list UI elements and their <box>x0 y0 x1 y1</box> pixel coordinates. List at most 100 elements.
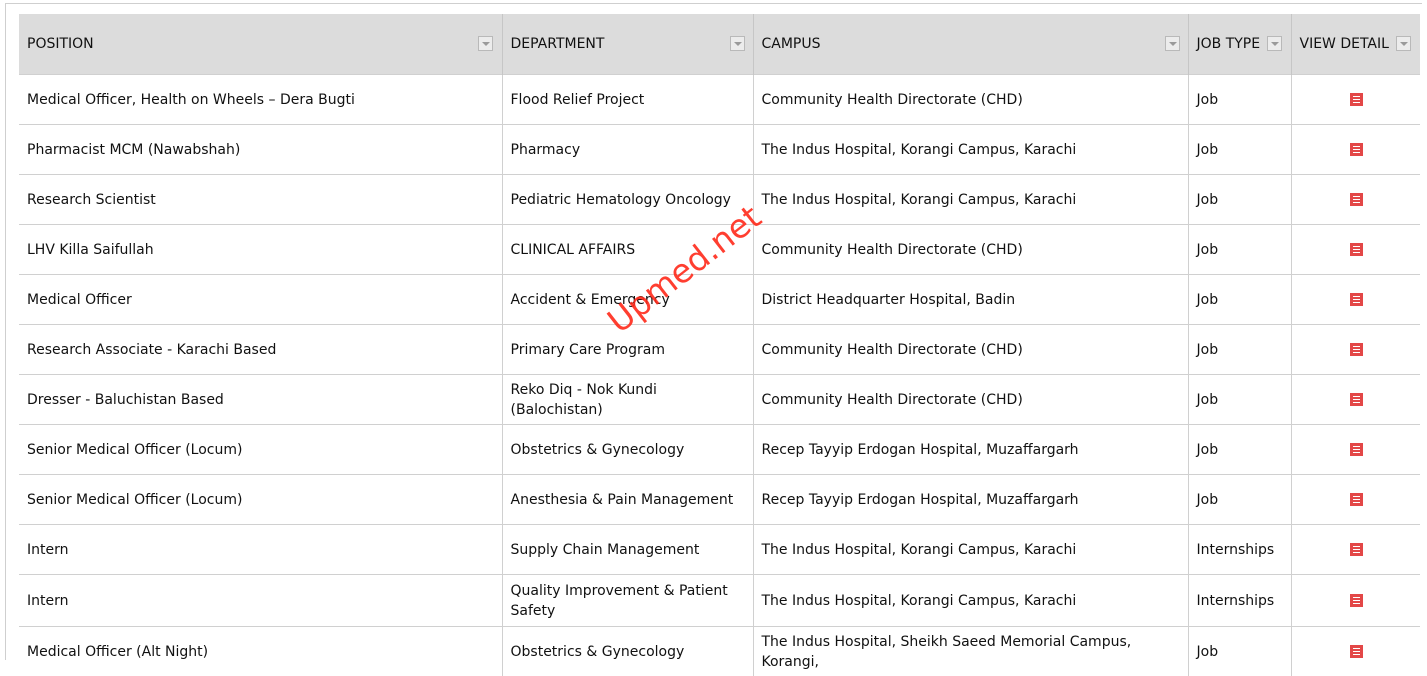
cell-view-detail <box>1291 275 1420 325</box>
table-row[interactable]: Pharmacist MCM (Nawabshah)PharmacyThe In… <box>19 125 1420 175</box>
cell-position: Research Scientist <box>19 175 502 225</box>
cell-position: Dresser - Baluchistan Based <box>19 375 502 425</box>
view-detail-icon[interactable] <box>1350 193 1363 206</box>
cell-department: Pharmacy <box>502 125 753 175</box>
table-row[interactable]: Medical OfficerAccident & EmergencyDistr… <box>19 275 1420 325</box>
cell-campus: The Indus Hospital, Korangi Campus, Kara… <box>753 125 1188 175</box>
cell-job-type: Job <box>1188 175 1291 225</box>
cell-campus: The Indus Hospital, Korangi Campus, Kara… <box>753 525 1188 575</box>
table-row[interactable]: InternQuality Improvement & Patient Safe… <box>19 575 1420 627</box>
column-header-department[interactable]: DEPARTMENT <box>502 14 753 75</box>
cell-department: Reko Diq - Nok Kundi (Balochistan) <box>502 375 753 425</box>
cell-department: Primary Care Program <box>502 325 753 375</box>
cell-campus: District Headquarter Hospital, Badin <box>753 275 1188 325</box>
cell-job-type: Job <box>1188 475 1291 525</box>
view-detail-icon[interactable] <box>1350 293 1363 306</box>
cell-view-detail <box>1291 75 1420 125</box>
cell-position: Senior Medical Officer (Locum) <box>19 425 502 475</box>
cell-position: Pharmacist MCM (Nawabshah) <box>19 125 502 175</box>
view-detail-icon[interactable] <box>1350 343 1363 356</box>
view-detail-icon[interactable] <box>1350 143 1363 156</box>
view-detail-icon[interactable] <box>1350 443 1363 456</box>
column-header-job-type[interactable]: JOB TYPE <box>1188 14 1291 75</box>
column-header-view-detail[interactable]: VIEW DETAIL <box>1291 14 1420 75</box>
cell-view-detail <box>1291 475 1420 525</box>
cell-job-type: Job <box>1188 375 1291 425</box>
column-header-position[interactable]: POSITION <box>19 14 502 75</box>
cell-campus: The Indus Hospital, Korangi Campus, Kara… <box>753 175 1188 225</box>
cell-view-detail <box>1291 175 1420 225</box>
column-header-label: VIEW DETAIL <box>1300 36 1389 52</box>
filter-dropdown-icon[interactable] <box>478 36 493 51</box>
view-detail-icon[interactable] <box>1350 594 1363 607</box>
table-row[interactable]: Medical Officer (Alt Night)Obstetrics & … <box>19 627 1420 676</box>
filter-dropdown-icon[interactable] <box>1396 36 1411 51</box>
cell-campus: Community Health Directorate (CHD) <box>753 375 1188 425</box>
cell-position: Medical Officer (Alt Night) <box>19 627 502 676</box>
view-detail-icon[interactable] <box>1350 645 1363 658</box>
cell-campus: Community Health Directorate (CHD) <box>753 325 1188 375</box>
column-header-label: CAMPUS <box>762 36 821 52</box>
cell-view-detail <box>1291 325 1420 375</box>
column-header-label: POSITION <box>27 36 94 52</box>
cell-view-detail <box>1291 425 1420 475</box>
cell-department: CLINICAL AFFAIRS <box>502 225 753 275</box>
table-row[interactable]: Research Associate - Karachi BasedPrimar… <box>19 325 1420 375</box>
cell-campus: Recep Tayyip Erdogan Hospital, Muzaffarg… <box>753 475 1188 525</box>
view-detail-icon[interactable] <box>1350 93 1363 106</box>
filter-dropdown-icon[interactable] <box>730 36 745 51</box>
cell-department: Obstetrics & Gynecology <box>502 627 753 676</box>
cell-job-type: Job <box>1188 425 1291 475</box>
table-row[interactable]: Medical Officer, Health on Wheels – Dera… <box>19 75 1420 125</box>
table-header-row: POSITION DEPARTMENT CAMPUS JOB TYPE VIEW… <box>19 14 1420 75</box>
cell-job-type: Internships <box>1188 525 1291 575</box>
column-header-label: JOB TYPE <box>1197 36 1261 52</box>
cell-department: Quality Improvement & Patient Safety <box>502 575 753 627</box>
cell-view-detail <box>1291 225 1420 275</box>
cell-view-detail <box>1291 627 1420 676</box>
cell-department: Anesthesia & Pain Management <box>502 475 753 525</box>
cell-department: Flood Relief Project <box>502 75 753 125</box>
cell-campus: The Indus Hospital, Korangi Campus, Kara… <box>753 575 1188 627</box>
cell-campus: The Indus Hospital, Sheikh Saeed Memoria… <box>753 627 1188 676</box>
cell-view-detail <box>1291 525 1420 575</box>
cell-position: LHV Killa Saifullah <box>19 225 502 275</box>
cell-view-detail <box>1291 125 1420 175</box>
cell-position: Medical Officer <box>19 275 502 325</box>
cell-job-type: Job <box>1188 627 1291 676</box>
table-row[interactable]: Dresser - Baluchistan BasedReko Diq - No… <box>19 375 1420 425</box>
cell-department: Supply Chain Management <box>502 525 753 575</box>
cell-position: Intern <box>19 575 502 627</box>
cell-campus: Community Health Directorate (CHD) <box>753 75 1188 125</box>
cell-job-type: Job <box>1188 325 1291 375</box>
cell-position: Medical Officer, Health on Wheels – Dera… <box>19 75 502 125</box>
cell-department: Accident & Emergency <box>502 275 753 325</box>
table-row[interactable]: Senior Medical Officer (Locum)Obstetrics… <box>19 425 1420 475</box>
view-detail-icon[interactable] <box>1350 543 1363 556</box>
view-detail-icon[interactable] <box>1350 393 1363 406</box>
cell-department: Pediatric Hematology Oncology <box>502 175 753 225</box>
table-row[interactable]: LHV Killa SaifullahCLINICAL AFFAIRSCommu… <box>19 225 1420 275</box>
job-listings-table: POSITION DEPARTMENT CAMPUS JOB TYPE VIEW… <box>19 14 1420 676</box>
view-detail-icon[interactable] <box>1350 493 1363 506</box>
cell-job-type: Job <box>1188 125 1291 175</box>
filter-dropdown-icon[interactable] <box>1267 36 1282 51</box>
cell-job-type: Internships <box>1188 575 1291 627</box>
table-row[interactable]: Senior Medical Officer (Locum)Anesthesia… <box>19 475 1420 525</box>
cell-campus: Community Health Directorate (CHD) <box>753 225 1188 275</box>
cell-position: Senior Medical Officer (Locum) <box>19 475 502 525</box>
table-row[interactable]: Research ScientistPediatric Hematology O… <box>19 175 1420 225</box>
column-header-label: DEPARTMENT <box>511 36 605 52</box>
cell-job-type: Job <box>1188 275 1291 325</box>
cell-department: Obstetrics & Gynecology <box>502 425 753 475</box>
table-row[interactable]: InternSupply Chain ManagementThe Indus H… <box>19 525 1420 575</box>
filter-dropdown-icon[interactable] <box>1165 36 1180 51</box>
cell-job-type: Job <box>1188 75 1291 125</box>
view-detail-icon[interactable] <box>1350 243 1363 256</box>
cell-position: Intern <box>19 525 502 575</box>
cell-view-detail <box>1291 375 1420 425</box>
column-header-campus[interactable]: CAMPUS <box>753 14 1188 75</box>
cell-job-type: Job <box>1188 225 1291 275</box>
cell-view-detail <box>1291 575 1420 627</box>
cell-position: Research Associate - Karachi Based <box>19 325 502 375</box>
